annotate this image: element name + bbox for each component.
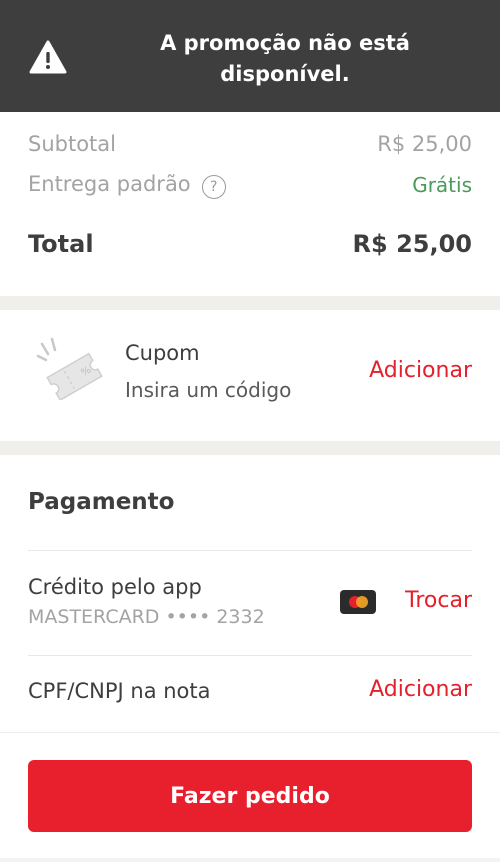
toast-message-line1: A promoção não está [160, 31, 410, 55]
subtotal-row: Subtotal R$ 25,00 [28, 132, 472, 156]
coupon-ticket-icon: % [36, 337, 103, 400]
promo-unavailable-toast: A promoção não está disponível. [0, 0, 500, 112]
divider [28, 655, 472, 656]
section-divider-band [0, 296, 500, 310]
footer-divider [0, 732, 500, 733]
cpf-cnpj-label: CPF/CNPJ na nota [28, 679, 211, 703]
divider [28, 550, 472, 551]
total-value: R$ 25,00 [352, 230, 472, 258]
delivery-label: Entrega padrão [28, 172, 191, 196]
toast-message: A promoção não está disponível. [90, 28, 480, 90]
add-coupon-button[interactable]: Adicionar [369, 358, 472, 383]
warning-icon [29, 40, 67, 74]
coupon-subtitle: Insira um código [125, 378, 292, 402]
mastercard-icon [340, 590, 376, 614]
change-payment-button[interactable]: Trocar [405, 588, 472, 613]
total-row: Total R$ 25,00 [28, 230, 472, 258]
section-divider-band [0, 441, 500, 455]
payment-method-label: Crédito pelo app [28, 575, 202, 599]
subtotal-value: R$ 25,00 [377, 132, 472, 156]
place-order-button[interactable]: Fazer pedido [28, 760, 472, 832]
delivery-row: Entrega padrão ? Grátis [28, 172, 472, 199]
delivery-value: Grátis [412, 173, 472, 198]
subtotal-label: Subtotal [28, 132, 116, 156]
bottom-edge [0, 858, 500, 862]
coupon-title: Cupom [125, 341, 200, 365]
help-icon[interactable]: ? [201, 174, 226, 199]
add-cpf-button[interactable]: Adicionar [369, 677, 472, 702]
payment-card-label: MASTERCARD •••• 2332 [28, 606, 265, 628]
toast-message-line2: disponível. [220, 62, 350, 86]
delivery-label-group: Entrega padrão ? [28, 172, 226, 199]
payment-section-title: Pagamento [28, 489, 175, 515]
total-label: Total [28, 230, 94, 258]
